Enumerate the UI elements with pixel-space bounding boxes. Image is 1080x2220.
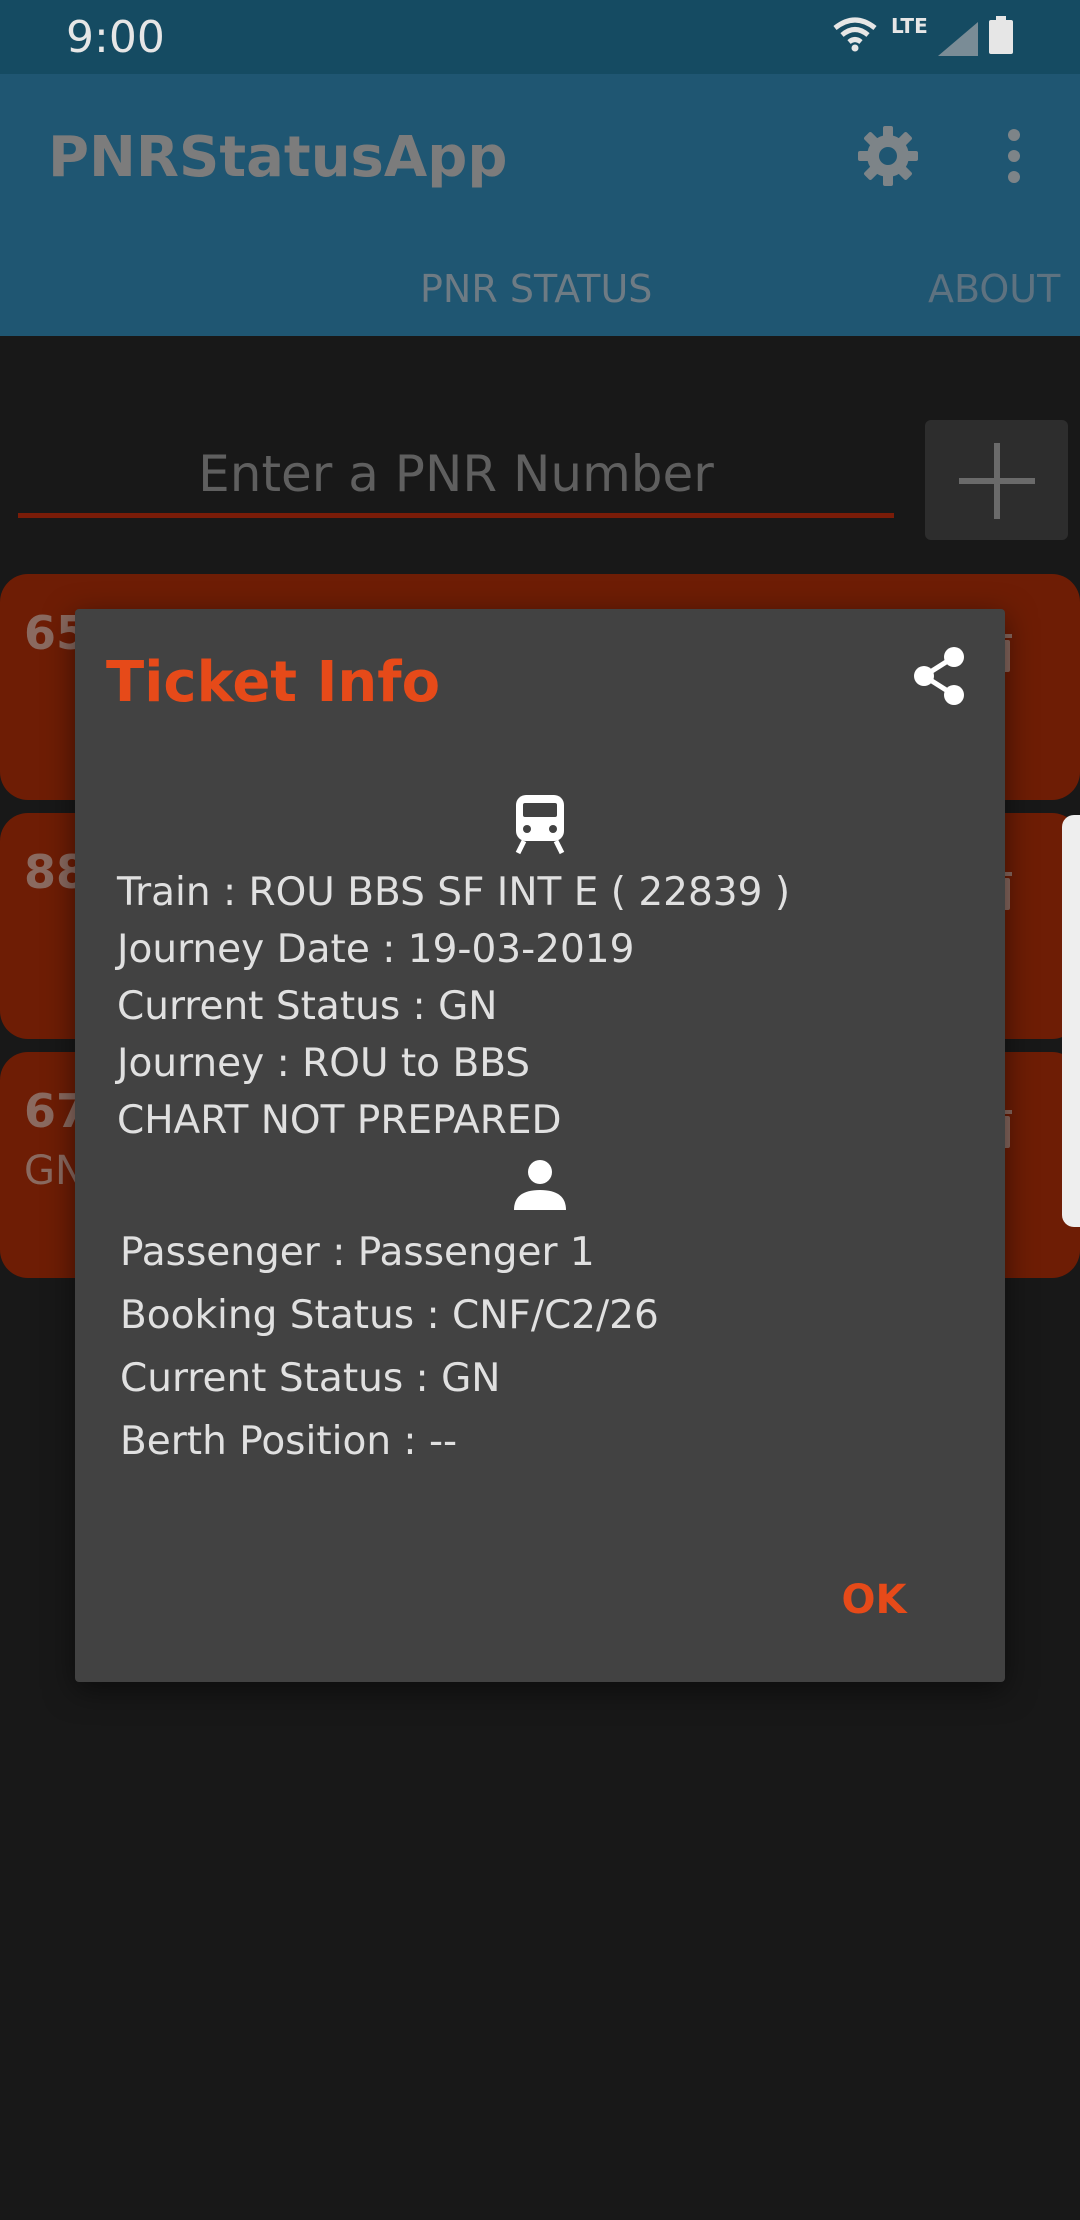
journey-date-line: Journey Date : 19-03-2019 <box>117 927 635 972</box>
network-type: LTE <box>891 14 928 38</box>
battery-icon <box>989 16 1013 54</box>
status-time: 9:00 <box>66 12 165 63</box>
tab-pnr-status[interactable]: PNR STATUS <box>420 267 652 311</box>
berth-position-line: Berth Position : -- <box>120 1419 458 1464</box>
booking-status-line: Booking Status : CNF/C2/26 <box>120 1293 659 1338</box>
side-panel-edge[interactable] <box>1062 815 1080 1227</box>
pnr-number-input[interactable] <box>18 434 894 518</box>
wifi-icon <box>833 17 877 52</box>
app-title: PNRStatusApp <box>48 125 508 190</box>
train-line: Train : ROU BBS SF INT E ( 22839 ) <box>117 870 791 915</box>
train-icon <box>515 795 565 855</box>
ok-button[interactable]: OK <box>830 1572 918 1628</box>
journey-line: Journey : ROU to BBS <box>117 1041 531 1086</box>
person-icon <box>514 1160 566 1210</box>
overflow-menu-icon[interactable] <box>1000 128 1028 184</box>
passenger-current-status-line: Current Status : GN <box>120 1356 501 1401</box>
dialog-title: Ticket Info <box>106 650 441 715</box>
passenger-name-line: Passenger : Passenger 1 <box>120 1230 595 1275</box>
plus-icon <box>959 443 1035 519</box>
current-status-line: Current Status : GN <box>117 984 498 1029</box>
signal-icon <box>938 22 978 56</box>
add-pnr-button[interactable] <box>925 420 1068 540</box>
ticket-info-dialog <box>75 609 1005 1682</box>
tab-about[interactable]: ABOUT <box>928 267 1060 311</box>
share-icon[interactable] <box>910 645 968 707</box>
gear-icon[interactable] <box>856 124 920 188</box>
chart-status-line: CHART NOT PREPARED <box>117 1098 562 1143</box>
